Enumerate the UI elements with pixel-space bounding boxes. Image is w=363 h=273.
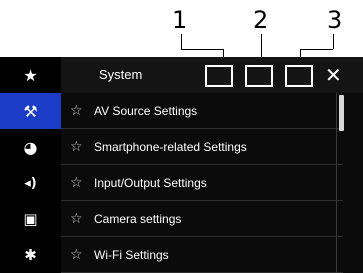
sidebar-item-video[interactable]: ▣ xyxy=(0,201,61,237)
video-frame-icon: ▣ xyxy=(23,210,38,228)
sidebar-item-audio[interactable]: ◂) xyxy=(0,165,61,201)
shortcut-slot-1[interactable] xyxy=(205,65,233,87)
leader-line-1-vertical xyxy=(181,34,182,49)
speaker-icon: ◂) xyxy=(24,175,37,191)
close-icon[interactable]: ✕ xyxy=(325,57,342,93)
star-outline-icon[interactable]: ☆ xyxy=(70,211,84,227)
shortcut-slot-2[interactable] xyxy=(245,65,273,87)
scrollbar-thumb[interactable] xyxy=(339,95,344,131)
bluetooth-icon: ✱ xyxy=(24,246,37,264)
list-item-label: Smartphone-related Settings xyxy=(94,139,247,154)
list-item-camera[interactable]: ☆ Camera settings xyxy=(61,201,343,237)
settings-list: ☆ AV Source Settings ☆ Smartphone-relate… xyxy=(61,93,363,273)
list-item-smartphone[interactable]: ☆ Smartphone-related Settings xyxy=(61,129,343,165)
callout-3: 3 xyxy=(327,6,343,34)
star-outline-icon[interactable]: ☆ xyxy=(70,103,84,119)
leader-line-3-horizontal xyxy=(300,49,333,50)
sidebar: ★ ⚒ ◕ ◂) ▣ ✱ xyxy=(0,57,61,273)
sidebar-item-bluetooth[interactable]: ✱ xyxy=(0,237,61,273)
callout-1: 1 xyxy=(172,6,188,34)
list-item-wifi[interactable]: ☆ Wi-Fi Settings xyxy=(61,237,343,273)
title-bar: System ✕ xyxy=(61,57,363,93)
page-title: System xyxy=(99,67,143,82)
leader-line-1-horizontal xyxy=(181,49,223,50)
device-screen: ★ ⚒ ◕ ◂) ▣ ✱ System ✕ ☆ AV Source Settin… xyxy=(0,57,363,273)
sidebar-item-favorites[interactable]: ★ xyxy=(0,57,61,93)
palette-icon: ◕ xyxy=(23,137,38,157)
list-item-input-output[interactable]: ☆ Input/Output Settings xyxy=(61,165,343,201)
star-outline-icon[interactable]: ☆ xyxy=(70,175,84,191)
scroll-track xyxy=(336,93,337,273)
star-icon: ★ xyxy=(23,65,38,85)
star-outline-icon[interactable]: ☆ xyxy=(70,247,84,263)
sidebar-item-system[interactable]: ⚒ xyxy=(0,93,61,129)
sidebar-item-theme[interactable]: ◕ xyxy=(0,129,61,165)
callout-2: 2 xyxy=(253,6,269,34)
list-item-label: Input/Output Settings xyxy=(94,175,207,190)
star-outline-icon[interactable]: ☆ xyxy=(70,139,84,155)
leader-line-3-vertical xyxy=(333,34,334,49)
list-item-label: AV Source Settings xyxy=(94,103,198,118)
list-item-label: Camera settings xyxy=(94,211,182,226)
tools-icon: ⚒ xyxy=(23,101,38,121)
list-item-label: Wi-Fi Settings xyxy=(94,247,169,262)
list-item-av-source[interactable]: ☆ AV Source Settings xyxy=(61,93,343,129)
shortcut-slot-3[interactable] xyxy=(285,65,313,87)
